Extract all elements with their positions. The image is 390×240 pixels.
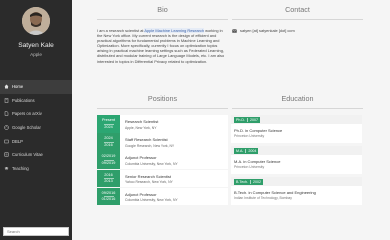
- position-title: Staff Research Scientist: [125, 137, 168, 143]
- sidebar-item-label: Google Scholar: [12, 125, 41, 131]
- contact-divider: [232, 19, 363, 20]
- sidebar-item-label: DBLP: [12, 138, 23, 144]
- education-org: Indian Institute of Technology, Bombay: [234, 196, 292, 201]
- list-item: 09/2016 01/2016 Adjunct Professor Columb…: [97, 187, 228, 206]
- education-degree: Ph.D.: [236, 117, 245, 122]
- cv-icon: [3, 152, 9, 158]
- position-end: 01/2016: [101, 197, 116, 202]
- education-title: M.A. in Computer Science: [234, 159, 281, 165]
- position-org: Yahoo Research, New York, NY: [125, 180, 173, 185]
- position-org: Google Research, New York, NY: [125, 143, 175, 148]
- bio-text-after: working in the New York office. My curre…: [97, 28, 225, 64]
- education-year: 2002: [249, 180, 261, 185]
- position-title: Adjunct Professor: [125, 155, 157, 161]
- position-start: 09/2016: [101, 190, 116, 195]
- position-title: Senior Research Scientist: [125, 173, 172, 179]
- education-title: Education: [281, 94, 314, 103]
- sidebar-item-label: Teaching: [12, 165, 29, 171]
- education-org: Princeton University: [234, 134, 265, 138]
- envelope-icon: [232, 28, 237, 33]
- position-body: Senior Research Scientist Yahoo Research…: [125, 174, 173, 185]
- education-badge: B.Tech. 2002: [234, 179, 263, 185]
- bio-divider: [97, 19, 228, 20]
- sidebar-item-arxiv[interactable]: Papers on arXiv: [0, 107, 72, 121]
- education-degree: M.A.: [236, 148, 244, 153]
- sidebar-item-label: Home: [12, 84, 24, 90]
- contact-title: Contact: [285, 5, 310, 14]
- position-start: 2024: [104, 136, 113, 141]
- bio-title: Bio: [157, 5, 168, 14]
- list-item: B.Tech. 2002 B.Tech. in Computer Science…: [231, 177, 362, 206]
- positions-list: Present 2024 Research Scientist Apple, N…: [97, 115, 228, 206]
- position-start: Present: [101, 118, 116, 122]
- education-list: Ph.D. 2007 Ph.D. in Computer Science Pri…: [231, 115, 362, 209]
- position-end: 2016: [104, 142, 113, 147]
- education-title: B.Tech. in Computer Science and Engineer…: [234, 190, 316, 196]
- position-end: 2013: [104, 179, 113, 184]
- position-title: Research Scientist: [125, 119, 159, 124]
- list-item: 02/2019 09/2019 Adjunct Professor Columb…: [97, 151, 228, 169]
- main-content: Bio Contact I am a research scientist at…: [72, 0, 390, 240]
- position-dates: 02/2019 09/2019: [97, 151, 120, 169]
- education-year: 2007: [247, 117, 258, 122]
- position-end: 2024: [104, 124, 113, 129]
- contact-email: satyen [at] satyenkale [dot] com: [232, 28, 295, 33]
- position-org: Columbia University, New York, NY: [125, 161, 178, 166]
- sidebar-item-publications[interactable]: Publications: [0, 94, 72, 108]
- position-dates: Present 2024: [97, 115, 120, 133]
- sidebar-item-cv[interactable]: Curriculum Vitae: [0, 148, 72, 162]
- avatar: [22, 7, 50, 35]
- sidebar: Satyen Kale Apple Home Publications Pape…: [0, 0, 72, 240]
- position-body: Staff Research Scientist Google Research…: [125, 137, 174, 148]
- position-org: Apple, New York, NY: [125, 125, 157, 130]
- position-body: Adjunct Professor Columbia University, N…: [125, 155, 178, 166]
- profile-affiliation: Apple: [30, 52, 42, 57]
- education-title: Ph.D. in Computer Science: [234, 128, 283, 133]
- bio-paragraph: I am a research scientist at Apple Machi…: [97, 28, 228, 64]
- education-badge: M.A. 2004: [234, 148, 259, 154]
- position-end: 09/2019: [101, 160, 116, 165]
- education-divider: [232, 108, 363, 109]
- book-icon: [3, 97, 9, 103]
- sidebar-item-teaching[interactable]: Teaching: [0, 162, 72, 176]
- sidebar-item-label: Papers on arXiv: [12, 111, 42, 117]
- position-start: 2016: [104, 172, 113, 177]
- position-title: Adjunct Professor: [125, 191, 157, 197]
- list-item: M.A. 2004 M.A. in Computer Science Princ…: [231, 146, 362, 175]
- sidebar-item-label: Curriculum Vitae: [12, 152, 43, 158]
- position-org: Columbia University, New York, NY: [125, 198, 178, 203]
- list-item: 2024 2016 Staff Research Scientist Googl…: [97, 133, 228, 151]
- position-dates: 2024 2016: [97, 133, 120, 151]
- home-icon: [3, 84, 9, 90]
- scholar-icon: [3, 125, 9, 131]
- education-badge: Ph.D. 2007: [234, 117, 260, 123]
- education-org: Princeton University: [234, 165, 265, 170]
- position-body: Research Scientist Apple, New York, NY: [125, 119, 158, 130]
- list-item: Present 2024 Research Scientist Apple, N…: [97, 115, 228, 133]
- sidebar-nav: Home Publications Papers on arXiv Google…: [0, 80, 72, 175]
- education-year: 2004: [245, 148, 256, 153]
- sidebar-item-label: Publications: [12, 97, 35, 103]
- positions-title: Positions: [147, 94, 178, 103]
- search-input[interactable]: [3, 227, 69, 236]
- sidebar-item-dblp[interactable]: DBLP: [0, 134, 72, 148]
- position-dates: 2016 2013: [97, 169, 120, 188]
- positions-divider: [97, 108, 228, 109]
- teaching-icon: [3, 165, 9, 171]
- sidebar-item-home[interactable]: Home: [0, 80, 72, 94]
- file-icon: [3, 111, 9, 117]
- email-text: satyen [at] satyenkale [dot] com: [240, 28, 295, 33]
- position-start: 02/2019: [101, 154, 116, 159]
- position-dates: 09/2016 01/2016: [97, 187, 120, 206]
- list-item: Ph.D. 2007 Ph.D. in Computer Science Pri…: [231, 115, 362, 143]
- education-degree: B.Tech.: [236, 180, 248, 185]
- dblp-icon: [3, 138, 9, 144]
- profile-name: Satyen Kale: [18, 42, 54, 49]
- profile-photo: [22, 7, 50, 35]
- list-item: 2016 2013 Senior Research Scientist Yaho…: [97, 169, 228, 188]
- sidebar-item-google-scholar[interactable]: Google Scholar: [0, 121, 72, 135]
- position-body: Adjunct Professor Columbia University, N…: [125, 192, 178, 203]
